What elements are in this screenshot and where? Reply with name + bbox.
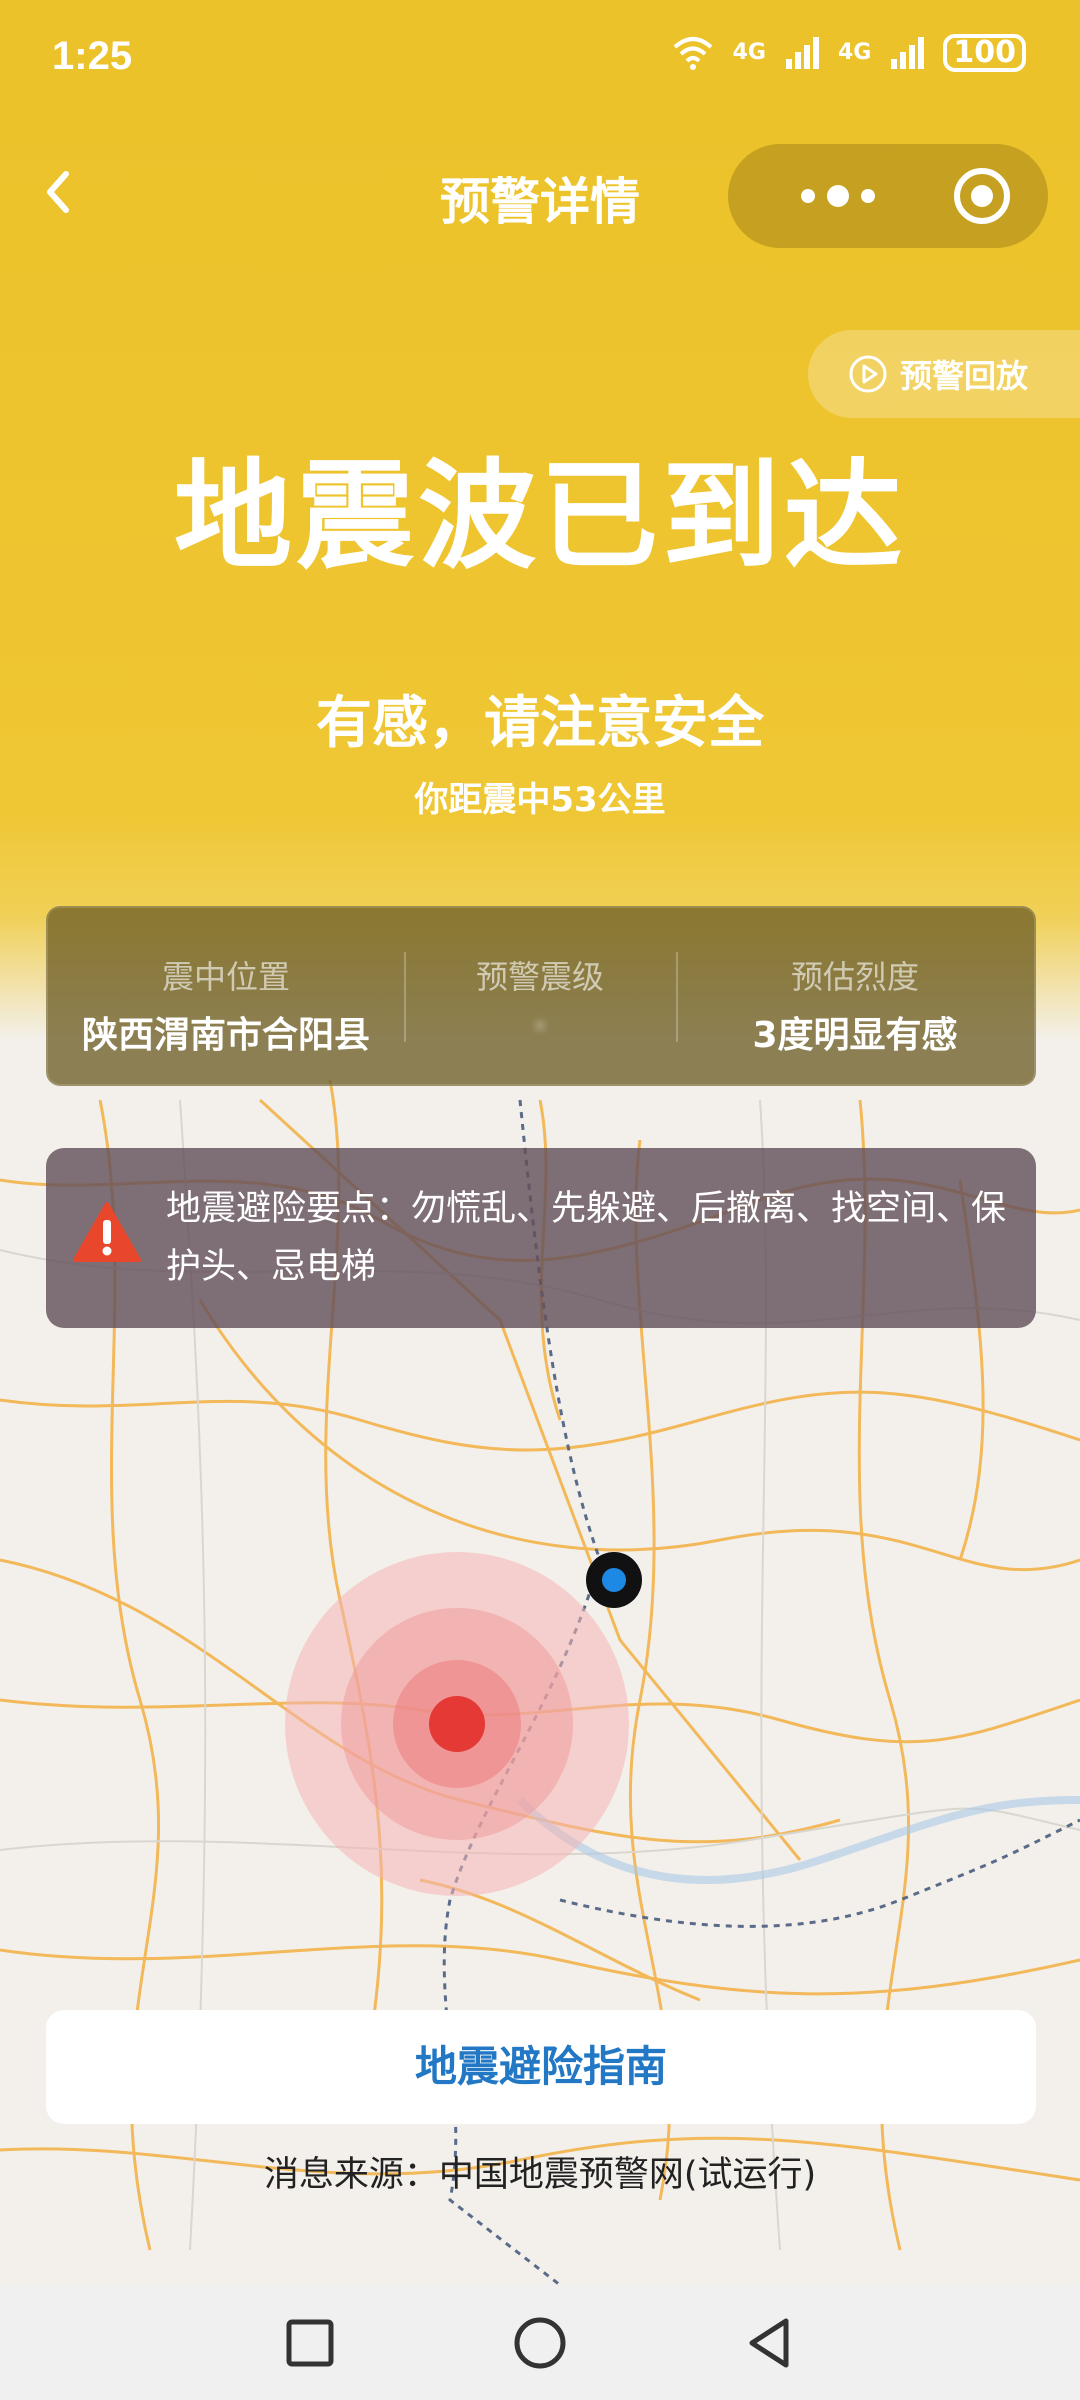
nav-bar: 预警详情 — [0, 140, 1080, 250]
alert-headline: 地震波已到达 — [173, 447, 906, 585]
screen: 1:25 4G 4G 100 预警详情 预警回放 地震波已到达 有感，请注意安全… — [0, 0, 1080, 2400]
signal-bars-icon — [786, 37, 819, 69]
close-miniprogram-icon[interactable] — [952, 166, 1012, 226]
signal-bars-icon — [891, 37, 925, 69]
play-circle-icon — [849, 355, 887, 393]
earthquake-info-card: 震中位置 陕西渭南市合阳县 预警震级 · 预估烈度 3度明显有感 — [46, 906, 1036, 1086]
status-bar: 1:25 4G 4G 100 — [0, 0, 1080, 112]
epicenter-marker — [429, 1696, 485, 1752]
safety-tip-text: 地震避险要点：勿慌乱、先躲避、后撤离、找空间、保护头、忌电梯 — [166, 1189, 1007, 1287]
epicenter-location-value: 陕西渭南市合阳县 — [81, 1015, 370, 1056]
warning-magnitude-label: 预警震级 — [475, 958, 604, 996]
alert-subtitle: 有感，请注意安全 — [316, 691, 764, 756]
alert-replay-label: 预警回放 — [900, 357, 1029, 395]
estimated-intensity: 预估烈度 3度明显有感 — [676, 908, 1034, 1084]
safety-tip-card: 地震避险要点：勿慌乱、先躲避、后撤离、找空间、保护头、忌电梯 — [46, 1148, 1036, 1328]
more-options-icon[interactable] — [768, 144, 908, 248]
estimated-intensity-label: 预估烈度 — [790, 958, 919, 996]
message-source: 消息来源：中国地震预警网(试运行) — [263, 2155, 817, 2195]
warning-triangle-icon — [73, 1202, 141, 1262]
warning-magnitude-value: · — [533, 1006, 547, 1047]
home-icon[interactable] — [510, 2313, 570, 2373]
epicenter-distance: 你距震中53公里 — [414, 780, 666, 820]
cellular-signal-2: 4G — [838, 40, 872, 65]
miniprogram-capsule — [728, 144, 1048, 248]
system-navigation-bar — [0, 2285, 1080, 2400]
alert-replay-button[interactable]: 预警回放 — [808, 330, 1080, 418]
epicenter-location: 震中位置 陕西渭南市合阳县 — [48, 908, 404, 1084]
status-icons: 4G 4G 100 — [671, 34, 1026, 72]
status-time: 1:25 — [52, 34, 133, 78]
estimated-intensity-value: 3度明显有感 — [752, 1015, 958, 1056]
cellular-signal-1: 4G — [732, 40, 766, 65]
back-triangle-icon[interactable] — [740, 2313, 800, 2373]
earthquake-guide-button[interactable]: 地震避险指南 — [46, 2010, 1036, 2124]
recent-apps-icon[interactable] — [280, 2313, 340, 2373]
warning-magnitude: 预警震级 · — [404, 908, 676, 1084]
wifi-icon — [673, 37, 712, 70]
battery-indicator: 100 — [943, 34, 1026, 72]
epicenter-location-label: 震中位置 — [161, 958, 290, 996]
